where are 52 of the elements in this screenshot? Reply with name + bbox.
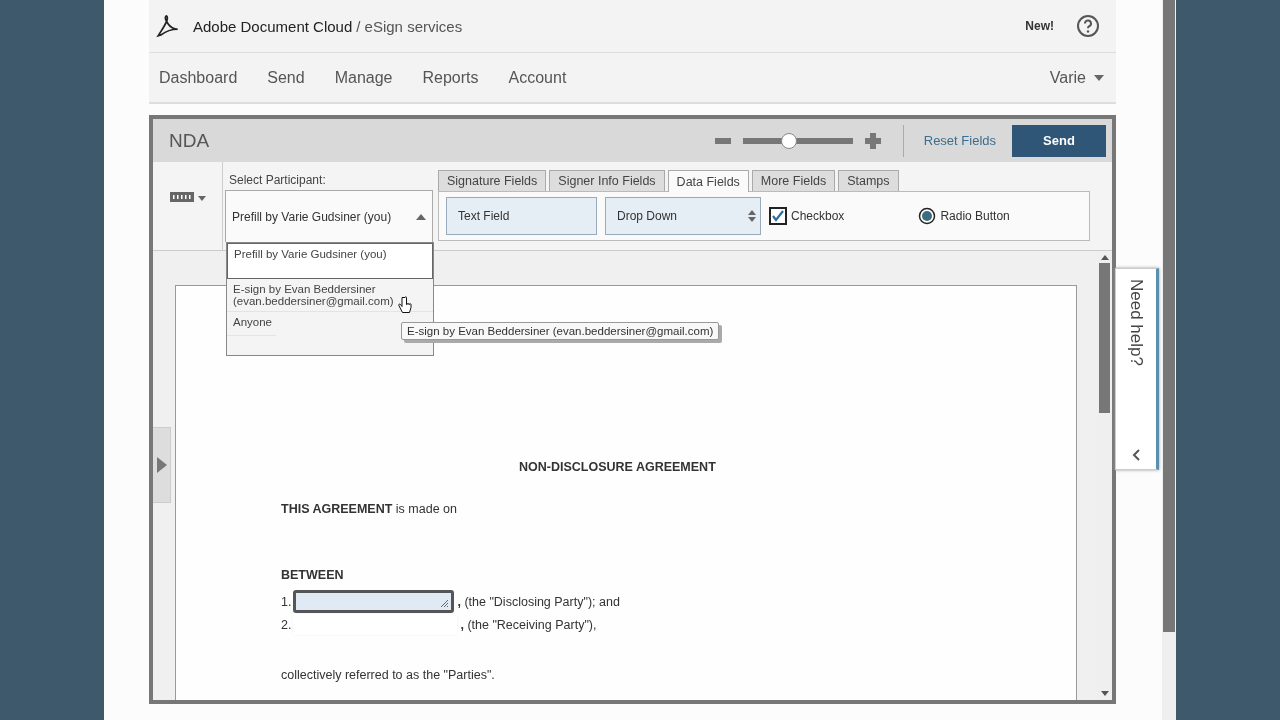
help-icon[interactable] [1076,14,1100,38]
party-description: , (the "Receiving Party"), [460,617,597,632]
document-heading: NON-DISCLOSURE AGREEMENT [519,460,717,474]
document-title: NDA [169,129,210,152]
tooltip: E-sign by Evan Beddersiner (evan.beddersiner@gmail.com) [401,322,720,340]
field-tab[interactable]: Data Fields [667,170,749,192]
chevron-left-icon [1132,449,1140,461]
need-help-tab[interactable]: Need help? [1115,268,1159,470]
nav-link[interactable]: Account [508,68,567,87]
new-link[interactable]: New! [1025,19,1054,33]
nav-link[interactable]: Reports [422,68,479,87]
scrollbar-thumb[interactable] [1099,263,1110,413]
field-tab[interactable]: More Fields [751,170,836,191]
text-field-tool[interactable]: Text Field [446,197,597,235]
parties-sentence: collectively referred to as the "Parties". [281,668,496,682]
checkbox-tool[interactable]: Checkbox [769,207,845,225]
party-name-field[interactable] [293,590,455,613]
expand-arrow-icon [156,457,167,473]
radio-button-tool[interactable]: Radio Button [918,207,1010,225]
acrobat-logo-icon [155,13,181,39]
participant-option[interactable]: Prefill by Varie Gudsiner (you) [227,243,433,279]
panel-toggle[interactable] [153,427,171,503]
zoom-in-icon[interactable] [864,132,881,149]
reset-fields-button[interactable]: Reset Fields [915,133,1004,148]
nav-link[interactable]: Dashboard [159,68,238,87]
field-tab[interactable]: Signer Info Fields [549,170,665,191]
participant-option[interactable]: Anyone [227,312,276,336]
list-number: 1. [281,594,292,609]
nav-link[interactable]: Manage [334,68,393,87]
field-tab[interactable]: Signature Fields [438,170,547,191]
party-description: , (the "Disclosing Party"); and [457,594,620,609]
participant-select[interactable]: Prefill by Varie Gudsiner (you) [225,190,433,242]
caret-icon [1094,74,1104,81]
list-number: 2. [281,617,292,632]
scroll-down-icon[interactable] [1100,691,1109,696]
nav-link[interactable]: Send [267,68,305,87]
participant-label: Select Participant: [228,173,327,189]
drop-down-tool[interactable]: Drop Down [605,197,761,235]
ruler-icon[interactable] [169,192,206,204]
spinner-icon [748,210,756,222]
scroll-up-icon[interactable] [1100,255,1109,260]
user-menu[interactable]: Varie [1049,68,1104,87]
zoom-out-icon[interactable] [714,137,731,144]
brand-name: Adobe Document Cloud [193,17,353,35]
resize-grip-icon [440,599,449,607]
field-tab[interactable]: Stamps [838,170,899,191]
hand-cursor-icon [398,296,412,314]
service-name: / eSign services [356,17,463,35]
send-button[interactable]: Send [1012,124,1106,157]
page-scrollbar-thumb[interactable] [1163,0,1175,632]
section-heading: BETWEEN [281,568,345,582]
agreement-intro: THIS AGREEMENT is made on [281,502,458,516]
